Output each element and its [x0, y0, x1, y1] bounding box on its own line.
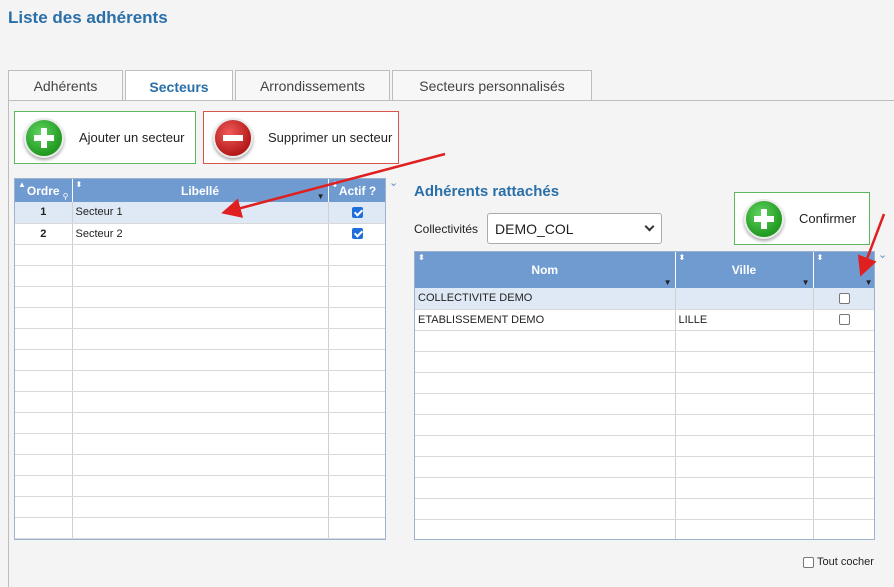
- sort-asc-icon: ▲: [18, 180, 26, 189]
- plus-icon: [744, 198, 784, 239]
- minus-icon: [213, 117, 253, 158]
- table-row[interactable]: COLLECTIVITE DEMO: [415, 288, 874, 310]
- active-checkbox[interactable]: [352, 206, 363, 218]
- empty-row: [415, 498, 874, 520]
- empty-row: [415, 456, 874, 478]
- empty-row: [15, 412, 385, 434]
- table-row[interactable]: 2 Secteur 2: [15, 223, 385, 245]
- empty-row: [15, 307, 385, 329]
- confirm-label: Confirmer: [799, 211, 857, 226]
- table-row[interactable]: ETABLISSEMENT DEMO LILLE: [415, 309, 874, 331]
- member-city: [675, 288, 814, 310]
- sort-icon: ⬍: [418, 253, 425, 262]
- empty-row: [15, 517, 385, 539]
- add-sector-button[interactable]: Ajouter un secteur: [14, 111, 196, 164]
- check-all-label: Tout cocher: [817, 556, 874, 568]
- empty-row: [15, 370, 385, 392]
- sort-icon: ⬍: [816, 253, 824, 262]
- row-label: Secteur 1: [72, 202, 329, 224]
- members-grid: ⬍ Nom ▼ ⬍ Ville ▼ ⬍ ▼ COLLECTIVITE DEMO: [414, 251, 875, 540]
- check-all[interactable]: Tout cocher: [803, 556, 874, 568]
- empty-row: [15, 286, 385, 308]
- chevron-down-icon: [644, 221, 655, 232]
- empty-row: [415, 372, 874, 394]
- chevron-down-icon[interactable]: ⌄: [389, 176, 398, 189]
- empty-row: [15, 433, 385, 455]
- active-checkbox[interactable]: [352, 228, 363, 240]
- empty-row: [15, 496, 385, 518]
- filter-icon: ▼: [801, 278, 810, 287]
- search-icon: ⚲: [62, 192, 69, 201]
- tab-secteurs-personnalises[interactable]: Secteurs personnalisés: [392, 70, 592, 101]
- confirm-button[interactable]: Confirmer: [734, 192, 870, 245]
- empty-row: [15, 475, 385, 497]
- column-header-actif[interactable]: ⬍ Actif ?: [328, 179, 385, 202]
- tab-arrondissements[interactable]: Arrondissements: [235, 70, 390, 101]
- column-header-select[interactable]: ⬍ ▼: [813, 252, 874, 288]
- chevron-down-icon[interactable]: ⌄: [878, 248, 887, 261]
- empty-row: [415, 351, 874, 373]
- row-order: 1: [15, 202, 73, 224]
- column-header-libelle[interactable]: ⬍ Libellé ▼: [72, 179, 329, 202]
- empty-row: [15, 349, 385, 371]
- member-city: LILLE: [675, 309, 814, 331]
- empty-row: [415, 330, 874, 352]
- tab-bar: Adhérents Secteurs Arrondissements Secte…: [8, 70, 594, 102]
- row-label: Secteur 2: [72, 223, 329, 245]
- filter-icon: ▼: [316, 192, 325, 201]
- page-title: Liste des adhérents: [8, 8, 168, 27]
- check-all-checkbox[interactable]: [803, 556, 814, 568]
- empty-row: [415, 519, 874, 539]
- delete-sector-button[interactable]: Supprimer un secteur: [203, 111, 399, 164]
- collectivites-label: Collectivités: [414, 222, 479, 236]
- member-checkbox[interactable]: [839, 314, 850, 326]
- attached-members-title: Adhérents rattachés: [414, 183, 560, 200]
- sort-icon: ⬍: [75, 180, 83, 189]
- empty-row: [15, 454, 385, 476]
- empty-row: [415, 477, 874, 499]
- empty-row: [15, 391, 385, 413]
- filter-icon: ▼: [864, 278, 873, 287]
- column-header-ordre[interactable]: ▲ Ordre ⚲: [15, 179, 73, 202]
- sort-icon: ⬍: [331, 180, 339, 189]
- empty-row: [415, 393, 874, 415]
- empty-row: [15, 328, 385, 350]
- member-checkbox[interactable]: [839, 292, 850, 304]
- member-name: ETABLISSEMENT DEMO: [415, 309, 676, 331]
- filter-icon: ▼: [663, 278, 672, 287]
- sectors-grid: ▲ Ordre ⚲ ⬍ Libellé ▼ ⬍ Actif ? 1 Secteu…: [14, 178, 386, 540]
- tab-secteurs[interactable]: Secteurs: [125, 70, 233, 102]
- delete-sector-label: Supprimer un secteur: [268, 130, 393, 145]
- tab-adherents[interactable]: Adhérents: [8, 70, 123, 101]
- add-sector-label: Ajouter un secteur: [79, 130, 185, 145]
- member-name: COLLECTIVITE DEMO: [415, 288, 676, 310]
- collectivites-select[interactable]: DEMO_COL: [487, 213, 662, 244]
- collectivites-value: DEMO_COL: [495, 220, 574, 237]
- empty-row: [15, 244, 385, 266]
- empty-row: [415, 435, 874, 457]
- plus-icon: [24, 117, 64, 158]
- column-header-nom[interactable]: ⬍ Nom ▼: [415, 252, 676, 288]
- empty-row: [15, 265, 385, 287]
- table-row[interactable]: 1 Secteur 1: [15, 202, 385, 224]
- sort-icon: ⬍: [678, 253, 686, 262]
- column-header-ville[interactable]: ⬍ Ville ▼: [675, 252, 814, 288]
- empty-row: [415, 414, 874, 436]
- row-order: 2: [15, 223, 73, 245]
